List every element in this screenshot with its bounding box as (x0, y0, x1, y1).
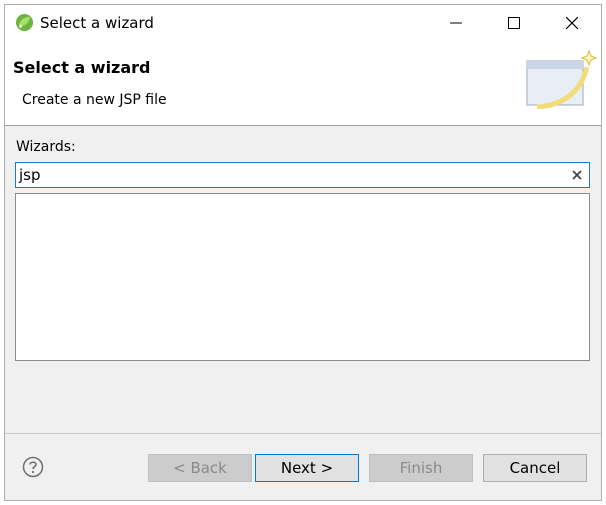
app-leaf-icon (15, 13, 34, 32)
wizard-dialog: Select a wizard Select a wizard Create a… (4, 4, 602, 501)
close-icon (566, 17, 578, 29)
maximize-icon (508, 17, 520, 29)
title-bar: Select a wizard (5, 5, 601, 41)
wizard-tree[interactable] (15, 193, 590, 361)
wizards-label: Wizards: (16, 139, 76, 155)
page-description: Create a new JSP file (22, 92, 167, 108)
back-button[interactable]: < Back (148, 454, 252, 482)
button-bar: < Back Next > Finish Cancel (5, 433, 601, 502)
maximize-button[interactable] (485, 5, 543, 41)
filter-value: jsp (19, 166, 41, 184)
next-button[interactable]: Next > (255, 454, 359, 482)
wizard-banner-icon (526, 49, 598, 109)
minimize-icon (450, 22, 462, 24)
wizard-header: Select a wizard Create a new JSP file (5, 41, 601, 126)
clear-icon[interactable] (570, 168, 584, 182)
close-button[interactable] (543, 5, 601, 41)
window-title: Select a wizard (40, 14, 154, 32)
finish-button[interactable]: Finish (369, 454, 473, 482)
wizard-filter-input[interactable]: jsp (15, 162, 590, 188)
cancel-button[interactable]: Cancel (483, 454, 587, 482)
page-title: Select a wizard (13, 58, 151, 77)
help-icon[interactable] (22, 456, 44, 478)
minimize-button[interactable] (427, 5, 485, 41)
